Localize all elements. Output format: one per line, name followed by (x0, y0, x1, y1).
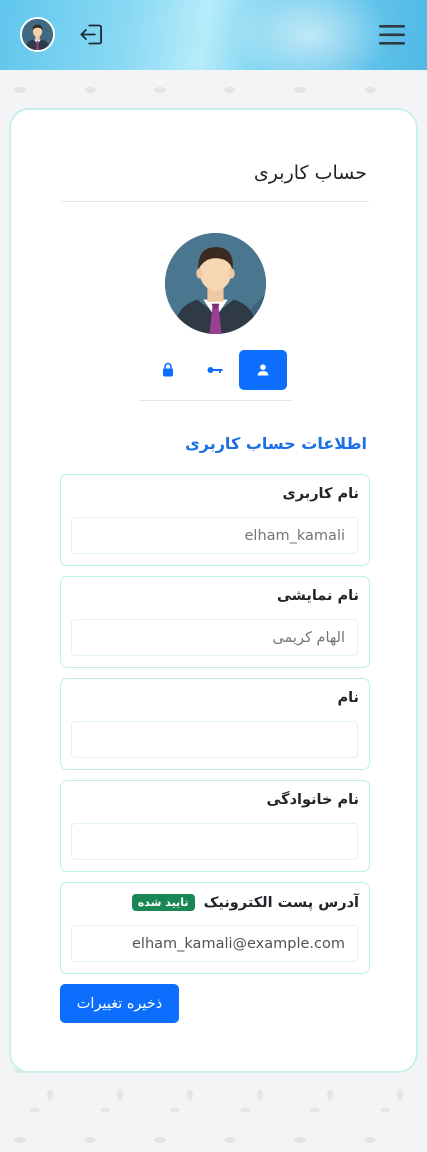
first-name-label: نام (337, 690, 359, 706)
user-icon (257, 364, 269, 376)
first-name-input[interactable] (71, 721, 358, 758)
verified-badge: تایید شده (131, 894, 195, 911)
last-name-label: نام خانوادگی (266, 792, 359, 808)
tab-account-info[interactable] (239, 350, 287, 390)
first-name-field-group: نام (60, 678, 370, 770)
header-background-glow (230, 0, 390, 70)
username-input[interactable] (71, 517, 358, 554)
email-label-row: آدرس پست الکترونیک تایید شده (131, 894, 359, 911)
account-card: حساب کاربری اطلاعات حساب کاربری نام کارب… (9, 108, 418, 1073)
user-avatar-icon[interactable] (20, 17, 55, 52)
lock-icon (163, 362, 173, 377)
profile-avatar (165, 233, 266, 334)
title-divider (61, 201, 369, 202)
email-label: آدرس پست الکترونیک (203, 895, 359, 911)
top-bar (0, 0, 427, 70)
display-name-input[interactable] (71, 619, 358, 656)
logout-icon[interactable] (78, 21, 105, 48)
display-name-field-group: نام نمایشی (60, 576, 370, 668)
username-label: نام کاربری (282, 486, 359, 502)
profile-tabs (139, 350, 292, 401)
tab-security[interactable] (144, 350, 192, 390)
page-title: حساب کاربری (253, 162, 367, 184)
display-name-label: نام نمایشی (276, 588, 359, 604)
hamburger-menu-icon[interactable] (378, 22, 406, 48)
key-icon (207, 367, 223, 373)
section-title: اطلاعات حساب کاربری (185, 434, 367, 453)
tab-password[interactable] (191, 350, 239, 390)
email-field-group: آدرس پست الکترونیک تایید شده (60, 882, 370, 974)
username-field-group: نام کاربری (60, 474, 370, 566)
email-input[interactable] (71, 925, 358, 962)
last-name-input[interactable] (71, 823, 358, 860)
save-button[interactable]: ذخیره تغییرات (60, 984, 179, 1023)
last-name-field-group: نام خانوادگی (60, 780, 370, 872)
